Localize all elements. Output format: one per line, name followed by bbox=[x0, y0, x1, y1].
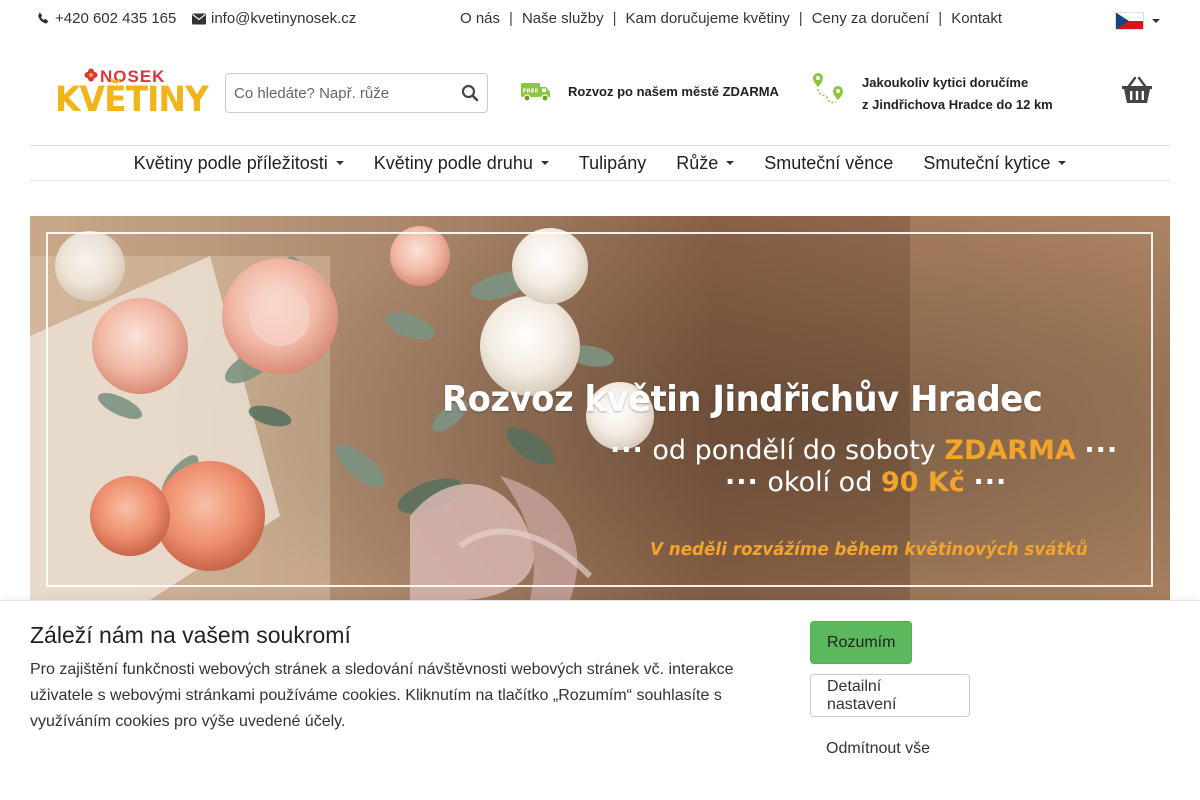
envelope-icon bbox=[192, 13, 206, 24]
hero-banner[interactable]: Rozvoz květin Jindřichův Hradec ··· od p… bbox=[30, 216, 1170, 600]
search-input[interactable] bbox=[226, 84, 446, 102]
route-pin-icon bbox=[813, 73, 843, 104]
chevron-down-icon bbox=[540, 161, 549, 165]
cookie-consent-panel: Záleží nám na vašem soukromí Pro zajiště… bbox=[0, 600, 1200, 800]
email-contact[interactable]: info@kvetinynosek.cz bbox=[192, 10, 356, 27]
nav-label: Tulipány bbox=[578, 152, 647, 173]
top-navigation: O nás | Naše služby | Kam doručujeme kvě… bbox=[460, 10, 1002, 27]
top-link-services[interactable]: Naše služby bbox=[522, 10, 604, 27]
nav-label: Květiny podle druhu bbox=[373, 152, 533, 173]
nav-item-occasion[interactable]: Květiny podle příležitosti bbox=[134, 153, 344, 174]
cookie-settings-button[interactable]: Detailní nastavení bbox=[810, 674, 970, 717]
separator: | bbox=[509, 10, 513, 27]
nav-item-roses[interactable]: Růže bbox=[676, 152, 735, 174]
delivery-radius-info: Jakoukoliv kytici doručíme z Jindřichova… bbox=[812, 72, 1053, 116]
chevron-down-icon bbox=[726, 161, 735, 165]
radius-line-2: z Jindřichova Hradce do 12 km bbox=[862, 97, 1053, 112]
reject-all-button[interactable]: Odmítnout vše bbox=[810, 729, 946, 769]
nav-item-tulips[interactable]: Tulipány bbox=[579, 153, 646, 174]
dots-right: ··· bbox=[1084, 435, 1119, 466]
banner-line-1-highlight: ZDARMA bbox=[944, 435, 1076, 466]
free-badge: FREE bbox=[523, 89, 539, 95]
nav-label: Smuteční věnce bbox=[764, 152, 894, 173]
banner-line-2-highlight: 90 Kč bbox=[880, 467, 965, 498]
top-bar: +420 602 435 165 info@kvetinynosek.cz O … bbox=[0, 0, 1200, 40]
search-icon[interactable] bbox=[461, 84, 479, 102]
top-link-contact[interactable]: Kontakt bbox=[951, 10, 1002, 27]
separator: | bbox=[798, 10, 803, 27]
nav-label: Květiny podle příležitosti bbox=[133, 152, 328, 173]
logo-main-text: KVĚTINY bbox=[55, 80, 209, 120]
chevron-down-icon bbox=[335, 161, 344, 165]
nav-item-funeral-bouquets[interactable]: Smuteční kytice bbox=[923, 152, 1067, 174]
nav-item-funeral-wreaths[interactable]: Smuteční věnce bbox=[764, 153, 893, 174]
top-link-delivery-areas[interactable]: Kam doručujeme květiny bbox=[626, 10, 790, 27]
phone-icon bbox=[38, 12, 49, 24]
banner-note: V neděli rozvážíme během květinových svá… bbox=[650, 539, 1088, 560]
banner-line-1-text: od pondělí do soboty bbox=[652, 435, 936, 466]
separator: | bbox=[612, 10, 617, 27]
dots-left: ··· bbox=[610, 435, 644, 466]
language-selector[interactable] bbox=[1115, 12, 1160, 30]
delivery-truck-icon: FREE bbox=[521, 83, 550, 102]
site-logo[interactable]: NOSEK KVĚTINY bbox=[55, 67, 209, 121]
nav-item-type[interactable]: Květiny podle druhu bbox=[374, 153, 549, 174]
accept-cookies-button[interactable]: Rozumím bbox=[810, 621, 912, 664]
basket-icon[interactable] bbox=[1120, 76, 1154, 106]
banner-line-2: ··· okolí od 90 Kč ··· bbox=[725, 467, 1007, 498]
delivery-text: Rozvoz po našem městě ZDARMA bbox=[568, 84, 779, 99]
radius-line-1: Jakoukoliv kytici doručíme bbox=[862, 75, 1029, 90]
top-link-about[interactable]: O nás bbox=[460, 10, 500, 27]
cookie-title: Záleží nám na vašem soukromí bbox=[30, 622, 351, 648]
separator: | bbox=[938, 10, 943, 27]
free-delivery-info: FREE Rozvoz po našem městě ZDARMA bbox=[520, 80, 779, 104]
phone-number: +420 602 435 165 bbox=[55, 10, 177, 27]
chevron-down-icon bbox=[1058, 161, 1067, 165]
email-address: info@kvetinynosek.cz bbox=[211, 10, 357, 27]
nav-label: Růže bbox=[676, 152, 719, 173]
chevron-down-icon bbox=[1152, 19, 1160, 23]
banner-title: Rozvoz květin Jindřichův Hradec bbox=[442, 379, 1043, 420]
dots-right: ··· bbox=[973, 467, 1008, 498]
nav-label: Smuteční kytice bbox=[923, 152, 1051, 173]
top-link-delivery-prices[interactable]: Ceny za doručení bbox=[812, 10, 930, 27]
cookie-text: Pro zajištění funkčnosti webových stráne… bbox=[30, 661, 734, 730]
czech-flag-icon bbox=[1115, 12, 1144, 30]
banner-line-1: ··· od pondělí do soboty ZDARMA ··· bbox=[610, 435, 1118, 466]
search-box bbox=[225, 73, 488, 113]
banner-line-2-text: okolí od bbox=[767, 467, 873, 498]
phone-contact[interactable]: +420 602 435 165 bbox=[36, 10, 176, 27]
category-navigation: Květiny podle příležitosti Květiny podle… bbox=[30, 145, 1170, 181]
dots-left: ··· bbox=[725, 467, 759, 498]
